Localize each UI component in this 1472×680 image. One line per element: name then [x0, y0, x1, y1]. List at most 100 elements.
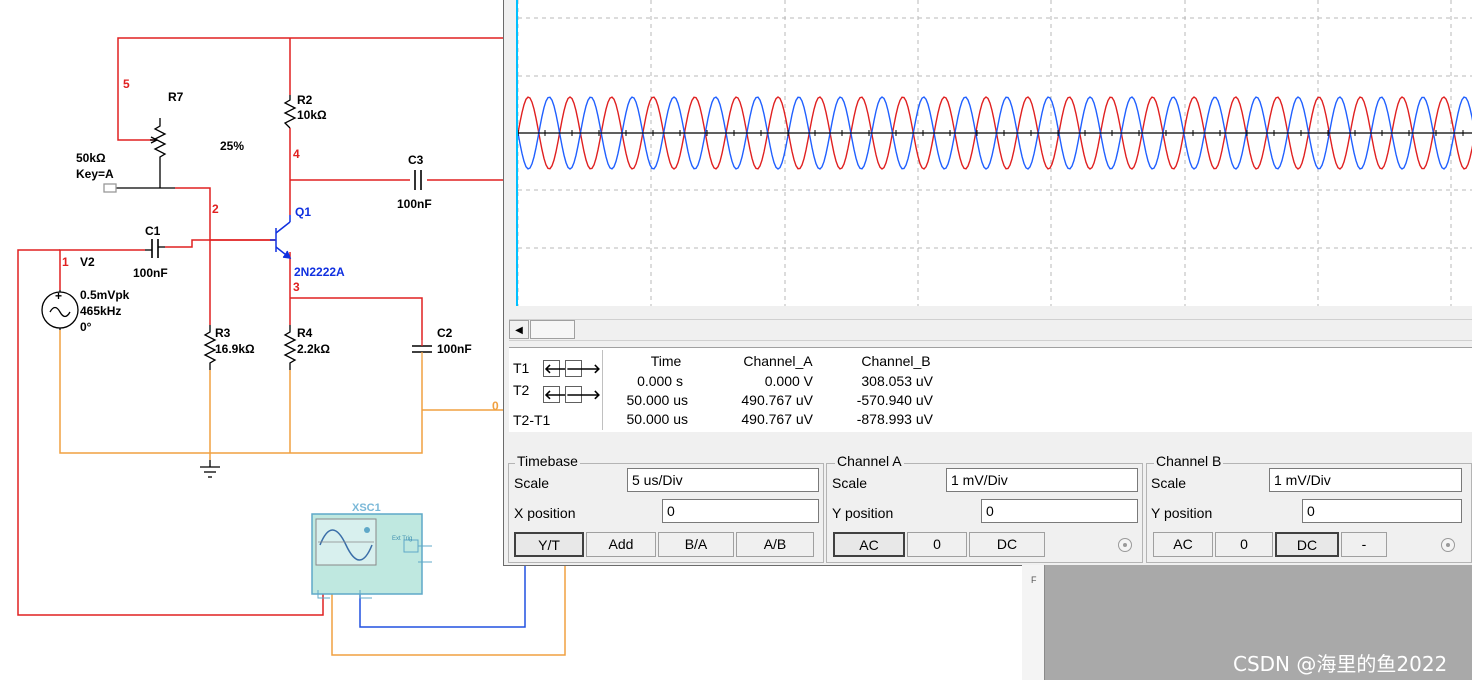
scroll-thumb[interactable]: [530, 320, 575, 339]
timebase-scale-field[interactable]: 5 us/Div: [627, 468, 819, 492]
channel-b-radio-icon[interactable]: [1441, 538, 1455, 552]
display-grid: [517, 0, 1472, 306]
node-label-3: 3: [293, 280, 300, 294]
q1-transistor-symbol: [270, 215, 292, 259]
t2-right-arrow-icon[interactable]: 🡒: [565, 386, 601, 403]
t1-channel-a: 0.000 V: [764, 373, 813, 389]
q1-model: 2N2222A: [294, 265, 345, 279]
header-time: Time: [650, 353, 682, 369]
t1-time: 0.000 s: [637, 373, 683, 389]
delta-time: 50.000 us: [626, 411, 689, 427]
r2-name: R2: [297, 93, 313, 107]
delta-channel-a: 490.767 uV: [741, 411, 813, 427]
node-label-0: 0: [492, 399, 499, 413]
x-position-field[interactable]: 0: [662, 499, 819, 523]
a-over-b-button[interactable]: A/B: [736, 532, 814, 557]
t2-time: 50.000 us: [626, 392, 689, 408]
t2-channel-a: 490.767 uV: [741, 392, 813, 408]
channel-b-title: Channel B: [1154, 453, 1224, 469]
t1-right-arrow-icon[interactable]: 🡒: [565, 360, 601, 377]
channel-a-scale-field[interactable]: 1 mV/Div: [946, 468, 1138, 492]
time-scrollbar[interactable]: ◀: [509, 319, 1472, 341]
node-label-4: 4: [293, 147, 300, 161]
t1-channel-b: 308.053 uV: [861, 373, 933, 389]
channel-a-y-position-label: Y position: [832, 505, 894, 521]
measurement-table: Time Channel_A Channel_B 0.000 s 0.000 V…: [602, 350, 1472, 430]
c3-name: C3: [408, 153, 424, 167]
yt-button[interactable]: Y/T: [514, 532, 584, 557]
t2-channel-b: -570.940 uV: [856, 392, 933, 408]
r7-percent: 25%: [220, 139, 244, 153]
c2-name: C2: [437, 326, 453, 340]
watermark-text: CSDN @海里的鱼2022: [1233, 652, 1448, 676]
r2-resistor-symbol: [283, 95, 297, 129]
header-channel-a: Channel_A: [743, 353, 813, 369]
node-label-1: 1: [62, 255, 69, 269]
node-label-5: 5: [123, 77, 130, 91]
b-over-a-button[interactable]: B/A: [658, 532, 734, 557]
v2-frequency: 465kHz: [80, 304, 121, 318]
channel-b-ac-button[interactable]: AC: [1153, 532, 1213, 557]
channel-a-group: Channel A Scale 1 mV/Div Y position 0 AC…: [823, 453, 1143, 563]
c3-capacitor-symbol: [414, 170, 422, 190]
channel-a-dc-button[interactable]: DC: [969, 532, 1045, 557]
channel-b-scale-field[interactable]: 1 mV/Div: [1269, 468, 1462, 492]
q1-name: Q1: [295, 205, 311, 219]
waveform-plot: [517, 0, 1472, 306]
header-channel-b: Channel_B: [861, 353, 931, 369]
c3-value: 100nF: [397, 197, 432, 211]
channel-b-y-position-field[interactable]: 0: [1302, 499, 1462, 523]
node-label-2: 2: [212, 202, 219, 216]
channel-a-scale-label: Scale: [832, 475, 868, 491]
channel-a-zero-button[interactable]: 0: [907, 532, 967, 557]
channel-b-group: Channel B Scale 1 mV/Div Y position 0 AC…: [1143, 453, 1472, 563]
r7-name: R7: [168, 90, 184, 104]
t2-t1-label: T2-T1: [513, 412, 551, 428]
t2-left-arrow-icon[interactable]: 🡐: [543, 386, 579, 403]
ground-symbol: [200, 460, 220, 478]
channel-a-radio-icon[interactable]: [1118, 538, 1132, 552]
xsc1-oscilloscope-symbol[interactable]: [311, 513, 432, 599]
r3-resistor-symbol: [203, 325, 217, 370]
v2-plus-sign: +: [55, 289, 62, 303]
r7-value: 50kΩ: [76, 151, 106, 165]
wire-net-1: [17, 249, 324, 616]
wire-net-0: [59, 330, 566, 656]
r7-key: Key=A: [76, 167, 114, 181]
add-button[interactable]: Add: [586, 532, 656, 557]
c1-name: C1: [145, 224, 161, 238]
r3-value: 16.9kΩ: [215, 342, 255, 356]
r2-value: 10kΩ: [297, 108, 327, 122]
t1-label: T1: [513, 360, 530, 376]
r4-resistor-symbol: [283, 325, 297, 370]
v2-name: V2: [80, 255, 95, 269]
scroll-left-arrow-icon[interactable]: ◀: [509, 320, 529, 339]
channel-b-dc-button[interactable]: DC: [1275, 532, 1339, 557]
channel-b-minus-button[interactable]: -: [1341, 532, 1387, 557]
channel-b-y-position-label: Y position: [1151, 505, 1213, 521]
channel-a-ac-button[interactable]: AC: [833, 532, 905, 557]
c1-value: 100nF: [133, 266, 168, 280]
timebase-group: Timebase Scale 5 us/Div X position 0 Y/T…: [503, 453, 824, 563]
t1-left-arrow-icon[interactable]: 🡐: [543, 360, 579, 377]
c2-capacitor-symbol: [412, 340, 432, 360]
r4-value: 2.2kΩ: [297, 342, 330, 356]
v2-phase: 0°: [80, 320, 92, 334]
r7-potentiometer-symbol: [103, 118, 175, 193]
c1-capacitor-symbol: [145, 239, 165, 258]
c2-value: 100nF: [437, 342, 472, 356]
channel-a-title: Channel A: [835, 453, 904, 469]
r3-name: R3: [215, 326, 231, 340]
t2-label: T2: [513, 382, 530, 398]
wire-net-5: [117, 37, 503, 141]
xsc1-ext-trig-label: Ext Trig: [392, 536, 412, 542]
wire-net-2: [165, 187, 275, 325]
channel-b-scale-label: Scale: [1151, 475, 1187, 491]
oscilloscope-display[interactable]: [516, 0, 1472, 306]
channel-b-zero-button[interactable]: 0: [1215, 532, 1273, 557]
cursor-readout-panel: T1 🡐 🡒 T2 🡐 🡒 T2-T1 Time Channel_A Chann…: [509, 347, 1472, 432]
timebase-title: Timebase: [515, 453, 580, 469]
r4-name: R4: [297, 326, 313, 340]
channel-a-y-position-field[interactable]: 0: [981, 499, 1138, 523]
delta-channel-b: -878.993 uV: [856, 411, 933, 427]
